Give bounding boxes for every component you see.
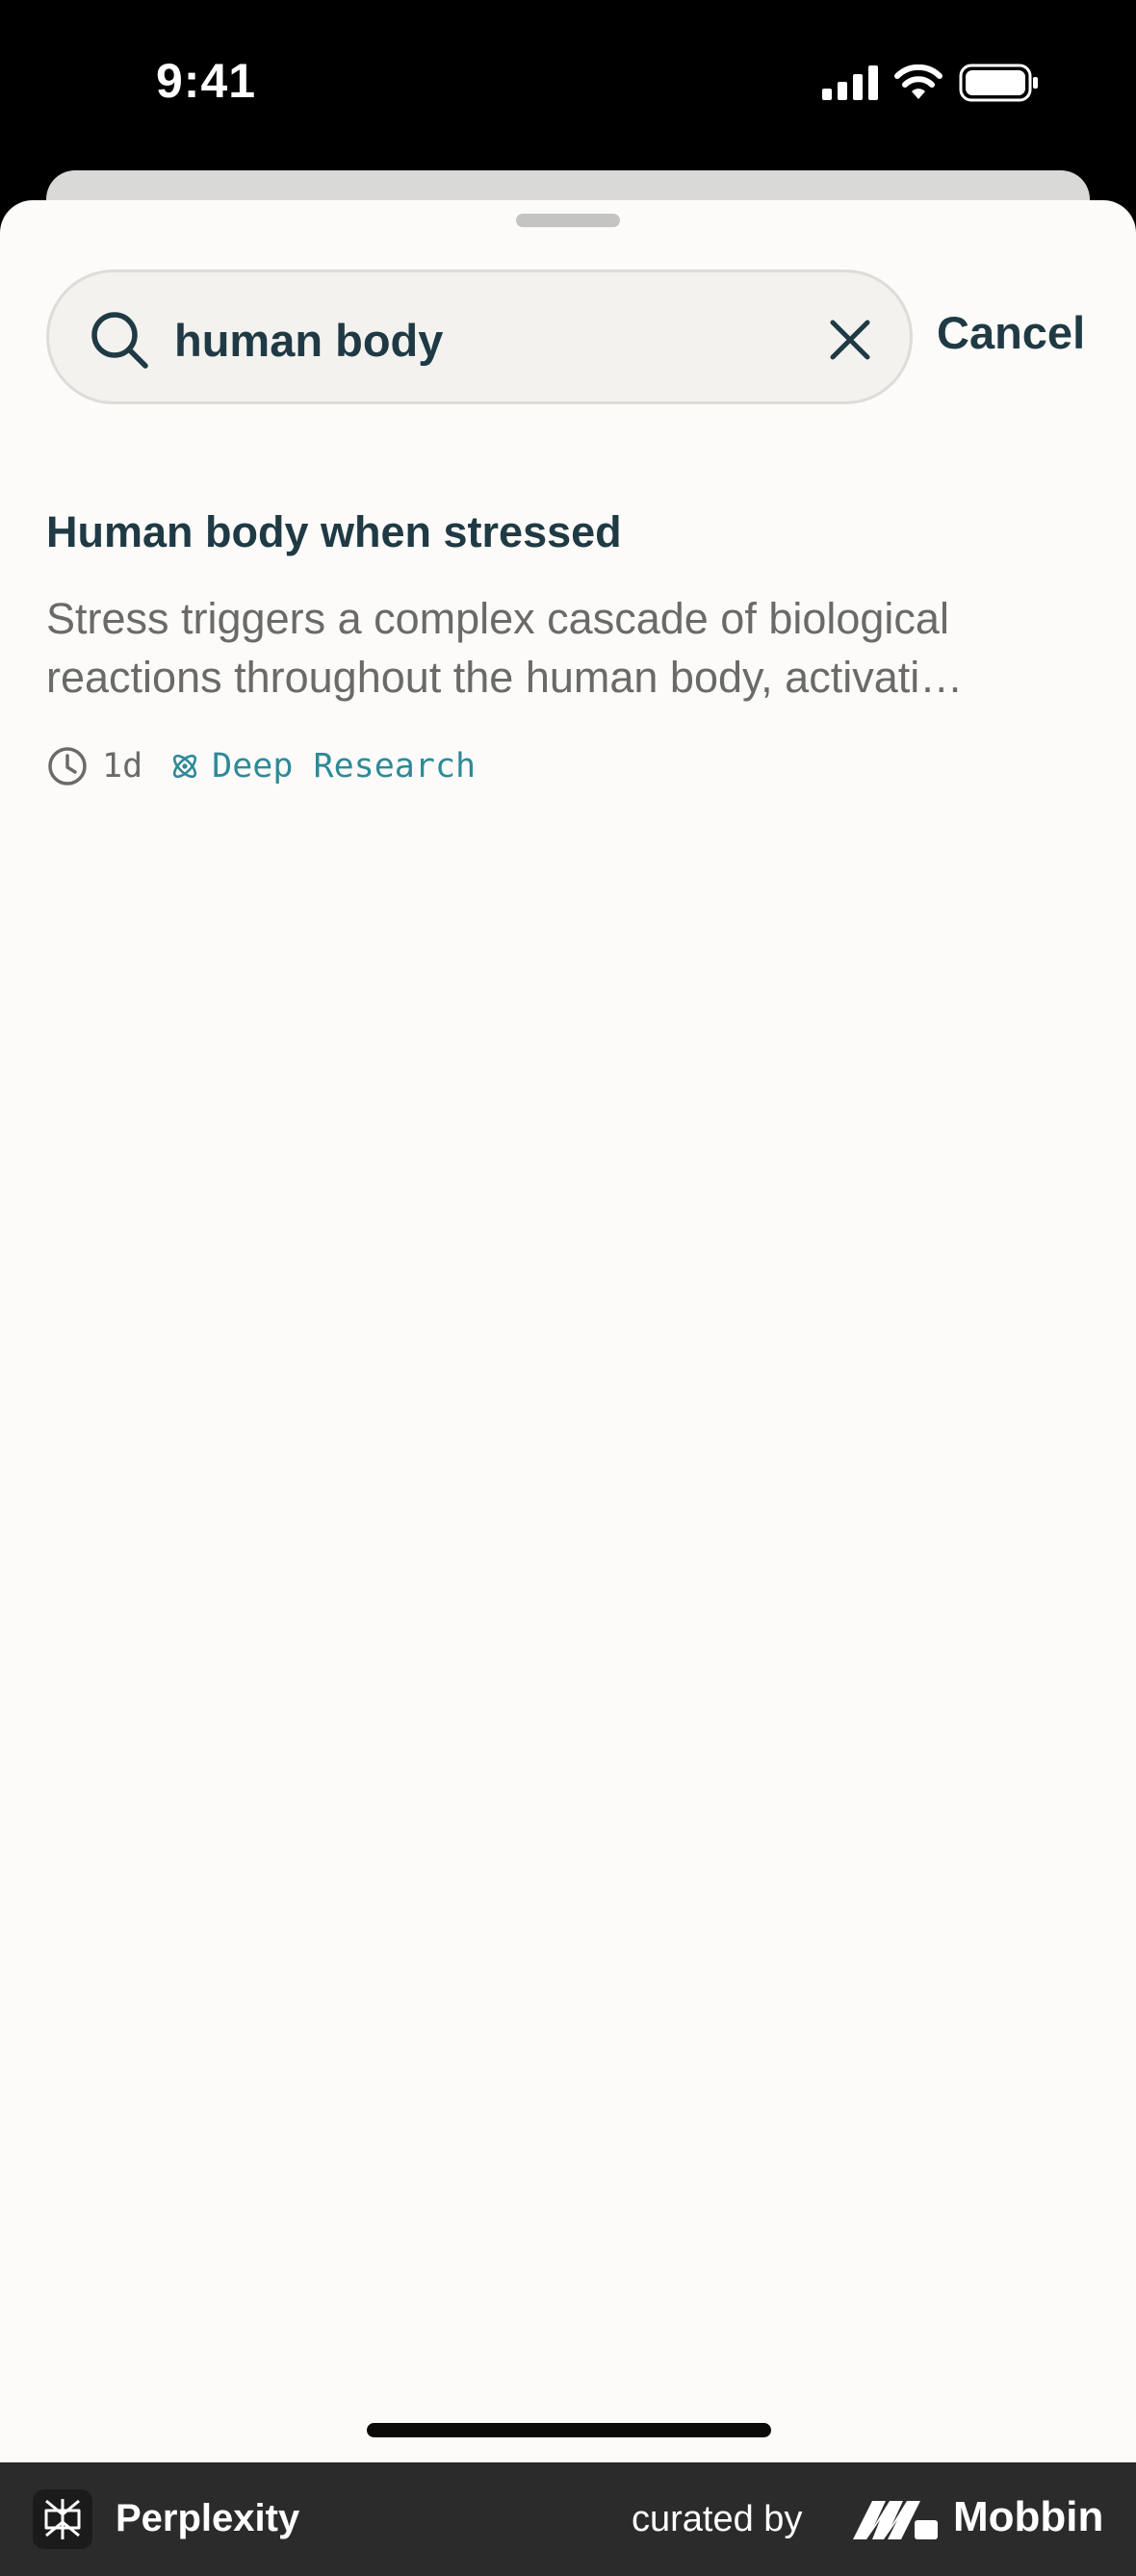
footer-curated-by: curated by <box>632 2499 803 2539</box>
clear-search-button[interactable] <box>819 309 881 371</box>
cancel-button[interactable]: Cancel <box>937 306 1085 359</box>
result-meta: 1d Deep Research <box>46 745 1096 787</box>
search-input[interactable] <box>174 301 790 378</box>
footer-bar: Perplexity curated by Mobbin <box>0 2462 1136 2576</box>
search-sheet: Cancel Human body when stressed Stress t… <box>0 200 1136 2462</box>
status-icons <box>822 64 1040 102</box>
result-age: 1d <box>102 747 143 786</box>
footer-brand-name: Perplexity <box>116 2497 300 2539</box>
cellular-signal-icon <box>822 65 878 100</box>
result-title[interactable]: Human body when stressed <box>46 506 1096 558</box>
sheet-grabber[interactable] <box>516 214 620 227</box>
perplexity-logo <box>33 2489 92 2549</box>
result-snippet: Stress triggers a complex cascade of bio… <box>46 594 964 702</box>
footer-mobbin-name: Mobbin <box>953 2493 1104 2540</box>
search-field[interactable] <box>46 270 913 404</box>
wifi-icon <box>894 64 942 99</box>
atom-icon <box>173 754 197 779</box>
close-icon <box>830 320 870 360</box>
result-tag: Deep Research <box>212 747 477 786</box>
home-indicator <box>367 2423 771 2437</box>
clock-icon <box>48 747 87 786</box>
status-bar: 9:41 <box>0 0 1136 168</box>
search-result-item[interactable]: Human body when stressed Stress triggers… <box>46 506 1096 787</box>
status-time: 9:41 <box>156 54 257 108</box>
mobbin-logo-icon <box>853 2501 938 2539</box>
search-icon <box>91 312 148 369</box>
battery-icon <box>959 64 1038 102</box>
